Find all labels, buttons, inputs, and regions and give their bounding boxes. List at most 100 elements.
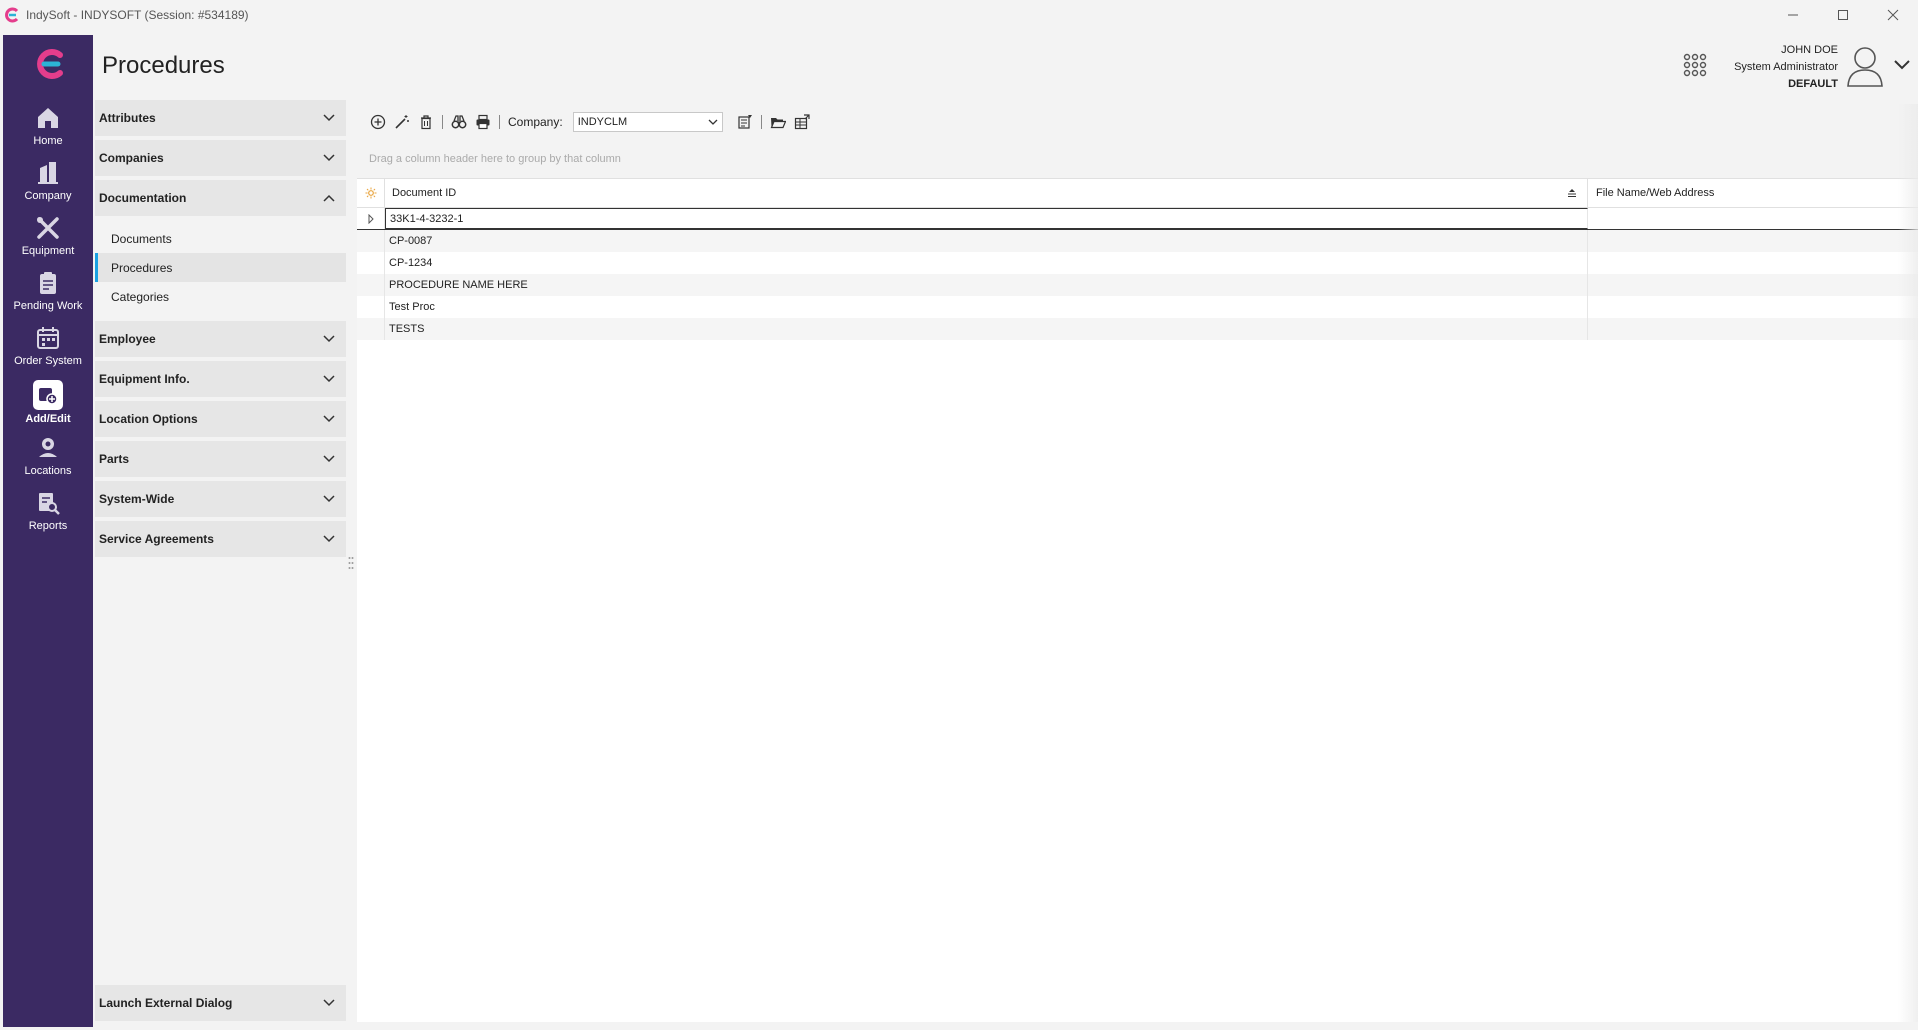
sidebar-item-documents[interactable]: Documents [95, 224, 346, 253]
cell-file-name[interactable] [1588, 274, 1918, 296]
section-companies[interactable]: Companies [95, 140, 346, 180]
section-equipment-info[interactable]: Equipment Info. [95, 361, 346, 401]
table-row[interactable]: TESTS [357, 318, 1918, 340]
cell-document-id[interactable]: CP-0087 [385, 230, 1588, 252]
export-grid-icon [794, 114, 810, 130]
close-icon [1887, 9, 1899, 21]
cell-document-id[interactable]: 33K1-4-3232-1 [385, 208, 1588, 229]
toolbar-separator [499, 115, 500, 129]
nav-company[interactable]: Company [3, 160, 93, 215]
nav-pending-work[interactable]: Pending Work [3, 270, 93, 325]
nav-equipment[interactable]: Equipment [3, 215, 93, 270]
nav-order-system[interactable]: Order System [3, 325, 93, 380]
chevron-down-icon [323, 375, 335, 383]
nav-add-edit-icon-box [33, 380, 63, 410]
chevron-down-icon [323, 114, 335, 122]
table-row[interactable]: CP-0087 [357, 230, 1918, 252]
panel-splitter-handle[interactable] [348, 556, 354, 570]
page-title: Procedures [102, 52, 225, 79]
section-attributes[interactable]: Attributes [95, 100, 346, 140]
user-menu-chevron-icon[interactable] [1893, 58, 1911, 72]
brand-logo-icon[interactable] [33, 47, 67, 81]
open-folder-icon [770, 118, 786, 129]
nav-pending-work-label: Pending Work [13, 300, 83, 312]
user-avatar-icon[interactable] [1845, 44, 1885, 88]
filter-list-icon [738, 115, 752, 129]
cell-document-id[interactable]: Test Proc [385, 296, 1588, 318]
current-row-arrow-icon [368, 213, 374, 224]
cell-file-name[interactable] [1588, 208, 1918, 229]
chevron-down-icon [323, 455, 335, 463]
chevron-down-icon [323, 335, 335, 343]
maximize-button[interactable] [1818, 0, 1868, 30]
company-dropdown[interactable]: INDYCLM [572, 112, 723, 132]
company-filter-button[interactable] [733, 110, 757, 134]
nav-order-system-label: Order System [14, 355, 82, 367]
company-label: Company: [508, 115, 563, 129]
sidebar-item-categories[interactable]: Categories [95, 282, 346, 311]
maximize-icon [1838, 10, 1848, 20]
chevron-down-icon [708, 119, 718, 125]
section-documentation-label: Documentation [99, 191, 187, 205]
chevron-down-icon [323, 495, 335, 503]
cell-file-name[interactable] [1588, 296, 1918, 318]
cell-document-id[interactable]: CP-1234 [385, 252, 1588, 274]
column-header-document-id[interactable]: Document ID [385, 179, 1588, 207]
add-record-button[interactable] [366, 110, 390, 134]
nav-home[interactable]: Home [3, 105, 93, 160]
nav-locations[interactable]: Locations [3, 435, 93, 490]
table-row[interactable]: 33K1-4-3232-1 [357, 208, 1918, 230]
print-button[interactable] [471, 110, 495, 134]
section-service-agreements-label: Service Agreements [99, 532, 214, 546]
section-launch-external-dialog[interactable]: Launch External Dialog [95, 985, 346, 1025]
row-indicator [357, 274, 385, 296]
table-row[interactable]: PROCEDURE NAME HERE [357, 274, 1918, 296]
cell-file-name[interactable] [1588, 252, 1918, 274]
delete-record-button[interactable] [414, 110, 438, 134]
table-row[interactable]: Test Proc [357, 296, 1918, 318]
find-button[interactable] [447, 110, 471, 134]
grid-toolbar: Company: INDYCLM [357, 104, 1918, 140]
section-location-options[interactable]: Location Options [95, 401, 346, 441]
apps-grid-icon[interactable] [1682, 52, 1708, 78]
report-search-icon [39, 493, 60, 515]
section-employee[interactable]: Employee [95, 321, 346, 361]
title-bar: IndySoft - INDYSOFT (Session: #534189) [0, 0, 1918, 30]
app-logo-icon [5, 7, 19, 23]
tools-icon [37, 217, 59, 239]
grid-settings-button[interactable] [357, 179, 385, 207]
sidebar-item-procedures[interactable]: Procedures [95, 253, 346, 282]
user-name: JOHN DOE [1781, 44, 1838, 56]
row-indicator [357, 230, 385, 252]
column-header-file-name[interactable]: File Name/Web Address [1588, 179, 1918, 207]
cell-document-id[interactable]: PROCEDURE NAME HERE [385, 274, 1588, 296]
group-by-panel[interactable]: Drag a column header here to group by th… [357, 140, 1918, 178]
clipboard-icon [40, 272, 56, 294]
cell-file-name[interactable] [1588, 318, 1918, 340]
nav-add-edit[interactable]: Add/Edit [3, 380, 93, 435]
section-service-agreements[interactable]: Service Agreements [95, 521, 346, 561]
table-row[interactable]: CP-1234 [357, 252, 1918, 274]
section-parts[interactable]: Parts [95, 441, 346, 481]
chevron-down-icon [323, 154, 335, 162]
minimize-icon [1788, 14, 1798, 16]
add-edit-icon [39, 388, 58, 405]
open-folder-button[interactable] [766, 110, 790, 134]
grid-edge-shadow [1898, 104, 1918, 1022]
edit-record-button[interactable] [390, 110, 414, 134]
user-info[interactable]: JOHN DOE System Administrator DEFAULT [1734, 42, 1838, 93]
cell-file-name[interactable] [1588, 230, 1918, 252]
section-system-wide[interactable]: System-Wide [95, 481, 346, 521]
attach-button[interactable] [790, 110, 814, 134]
window-title: IndySoft - INDYSOFT (Session: #534189) [26, 8, 249, 22]
nav-equipment-label: Equipment [21, 245, 75, 257]
nav-reports[interactable]: Reports [3, 490, 93, 545]
bottom-accordion: Launch External Dialog [95, 985, 346, 1025]
section-companies-label: Companies [99, 151, 164, 165]
section-documentation[interactable]: Documentation [95, 180, 346, 220]
minimize-button[interactable] [1768, 0, 1818, 30]
cell-document-id[interactable]: TESTS [385, 318, 1588, 340]
section-parts-label: Parts [99, 452, 130, 466]
close-button[interactable] [1868, 0, 1918, 30]
sun-settings-icon [365, 187, 376, 199]
